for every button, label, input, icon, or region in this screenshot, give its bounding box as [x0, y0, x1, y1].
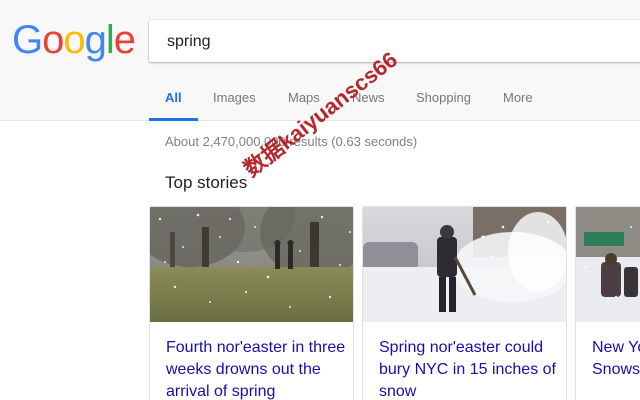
tab-all[interactable]: All — [149, 80, 198, 121]
tab-maps[interactable]: Maps — [288, 80, 320, 118]
story-title[interactable]: Fourth nor'easter in three weeks drowns … — [166, 337, 346, 400]
search-header: Google All Images Maps News Shopping Mor… — [0, 0, 640, 121]
tab-news[interactable]: News — [352, 80, 385, 118]
top-stories-carousel: Fourth nor'easter in three weeks drowns … — [149, 206, 640, 400]
search-input[interactable] — [165, 20, 629, 64]
tab-images[interactable]: Images — [213, 80, 256, 118]
story-card[interactable]: Fourth nor'easter in three weeks drowns … — [149, 206, 354, 400]
snowy-park-photo — [150, 207, 353, 322]
result-stats: About 2,470,000,000 results (0.63 second… — [165, 134, 418, 149]
tab-shopping[interactable]: Shopping — [416, 80, 471, 118]
logo-letter-l: l — [105, 18, 115, 62]
search-box[interactable] — [149, 20, 640, 64]
tab-more[interactable]: More — [503, 80, 533, 118]
story-card[interactable]: Spring nor'easter could bury NYC in 15 i… — [362, 206, 567, 400]
top-stories-heading: Top stories — [165, 173, 248, 192]
google-search-results-page: Google All Images Maps News Shopping Mor… — [0, 0, 640, 400]
logo-letter-o2: o — [63, 18, 85, 62]
snow-shoveling-photo — [363, 207, 566, 322]
logo-letter-g: G — [12, 18, 43, 62]
story-title[interactable]: Spring nor'easter could bury NYC in 15 i… — [379, 337, 559, 400]
story-title[interactable]: New York Update Snowstorm — [592, 337, 640, 381]
story-card[interactable]: New York Update Snowstorm — [575, 206, 640, 400]
google-logo[interactable]: Google — [12, 18, 136, 62]
logo-letter-o1: o — [42, 18, 64, 62]
logo-letter-g2: g — [84, 18, 107, 62]
snowy-street-photo — [576, 207, 640, 322]
logo-letter-e: e — [113, 18, 136, 62]
